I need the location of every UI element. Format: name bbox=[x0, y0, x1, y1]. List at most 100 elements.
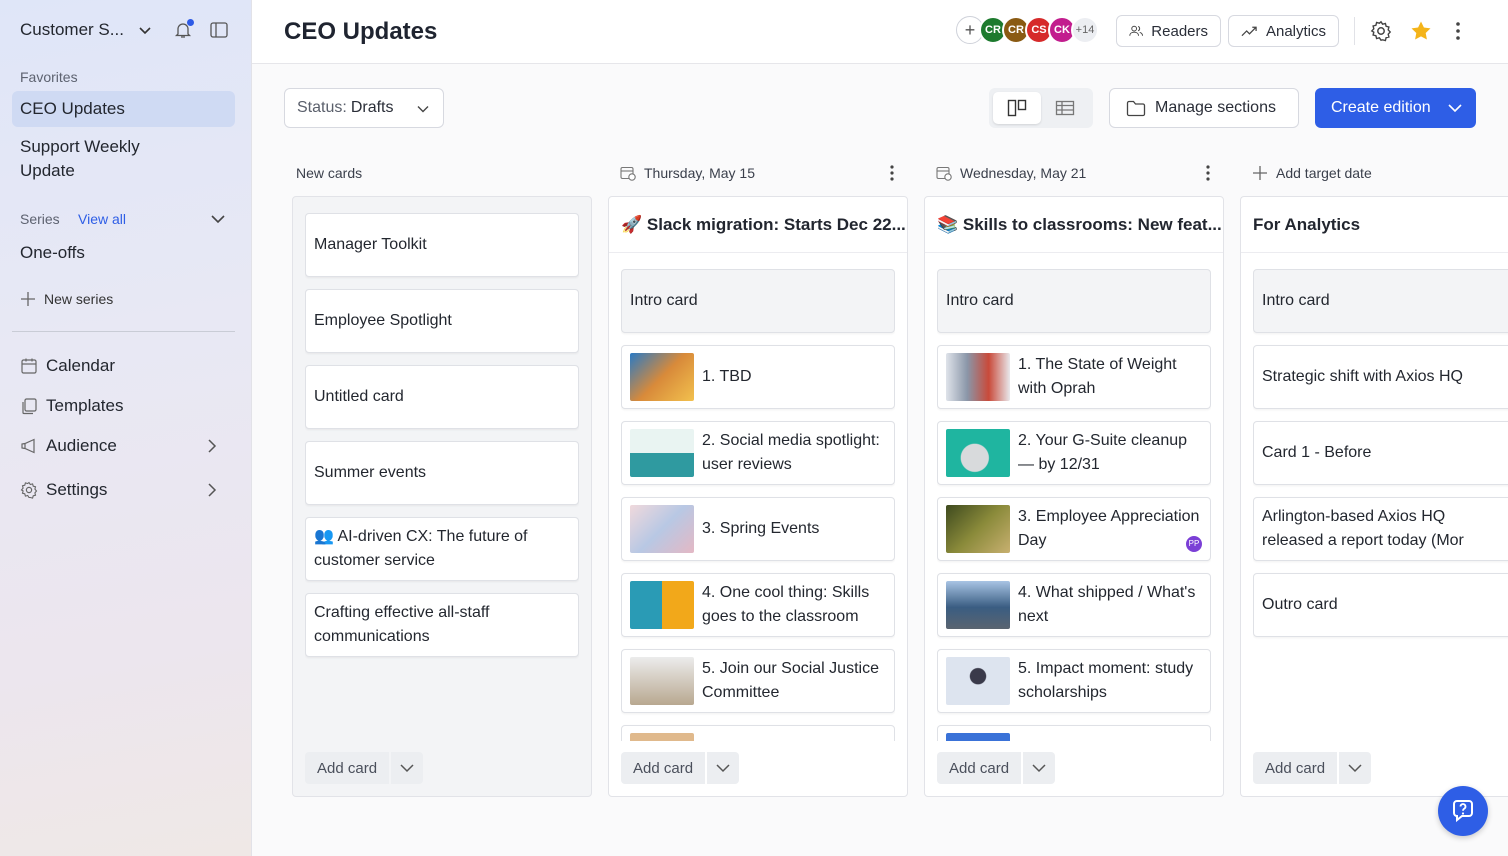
gear-icon bbox=[20, 481, 38, 499]
manage-sections-button[interactable]: Manage sections bbox=[1109, 88, 1299, 128]
card[interactable]: 4. One cool thing: Skills goes to the cl… bbox=[621, 573, 895, 637]
series-chevron-down-icon[interactable] bbox=[211, 213, 225, 225]
card[interactable]: Untitled card bbox=[305, 365, 579, 429]
sidebar-item-ceo-updates[interactable]: CEO Updates bbox=[12, 91, 235, 127]
column-header-date[interactable]: Wednesday, May 21 bbox=[936, 160, 1086, 186]
card[interactable]: Strategic shift with Axios HQ bbox=[1253, 345, 1508, 409]
edition-title[interactable]: 🚀 Slack migration: Starts Dec 22... bbox=[609, 197, 907, 253]
series-view-all-link[interactable]: View all bbox=[78, 211, 126, 227]
card[interactable]: Outro card bbox=[1253, 573, 1508, 637]
board-view-button[interactable] bbox=[993, 92, 1041, 124]
plus-icon bbox=[1253, 166, 1267, 180]
chevron-down-icon bbox=[417, 106, 429, 113]
workspace-name: Customer S... bbox=[20, 20, 124, 39]
chevron-down-icon bbox=[1448, 104, 1462, 113]
add-card-control: Add card bbox=[937, 752, 1056, 784]
add-card-menu-button[interactable] bbox=[1339, 752, 1372, 784]
add-card-menu-button[interactable] bbox=[1023, 752, 1056, 784]
sidebar-item-audience[interactable]: Audience bbox=[12, 432, 235, 460]
card[interactable]: 5. Impact moment: study scholarships bbox=[937, 649, 1211, 713]
add-card-button[interactable]: Add card bbox=[937, 752, 1022, 784]
add-card-control: Add card bbox=[621, 752, 740, 784]
chevron-down-icon bbox=[400, 764, 414, 773]
add-target-date-button[interactable]: Add target date bbox=[1252, 160, 1372, 186]
card-list: Intro card Strategic shift with Axios HQ… bbox=[1253, 269, 1508, 741]
readers-button[interactable]: Readers bbox=[1116, 15, 1221, 47]
card[interactable]: 👥 AI-driven CX: The future of customer s… bbox=[305, 517, 579, 581]
add-card-control: Add card bbox=[305, 752, 424, 784]
card[interactable]: 1. TBD bbox=[621, 345, 895, 409]
favorite-star-icon[interactable] bbox=[1410, 20, 1432, 42]
sidebar-item-calendar[interactable]: Calendar bbox=[12, 352, 235, 380]
notification-dot bbox=[187, 19, 194, 26]
table-view-button[interactable] bbox=[1041, 92, 1089, 124]
card[interactable]: 2. Your G-Suite cleanup — by 12/31 bbox=[937, 421, 1211, 485]
add-card-menu-button[interactable] bbox=[391, 752, 424, 784]
page-title: CEO Updates bbox=[284, 18, 438, 45]
card[interactable]: 1. The State of Weight with Oprah bbox=[937, 345, 1211, 409]
intro-card[interactable]: Intro card bbox=[621, 269, 895, 333]
card-thumbnail bbox=[946, 505, 1010, 553]
chevron-right-icon bbox=[208, 439, 217, 453]
card[interactable]: 2. Social media spotlight: user reviews bbox=[621, 421, 895, 485]
card-thumbnail bbox=[630, 581, 694, 629]
add-card-button[interactable]: Add card bbox=[305, 752, 390, 784]
chevron-down-icon bbox=[1032, 764, 1046, 773]
intro-card[interactable]: Intro card bbox=[937, 269, 1211, 333]
card-thumbnail bbox=[630, 353, 694, 401]
more-options-icon[interactable] bbox=[1454, 21, 1462, 41]
analytics-button[interactable]: Analytics bbox=[1228, 15, 1339, 47]
column-menu-icon[interactable] bbox=[1205, 164, 1211, 182]
settings-gear-icon[interactable] bbox=[1370, 20, 1392, 42]
more-avatars-count[interactable]: +14 bbox=[1071, 16, 1099, 44]
edition-title[interactable]: For Analytics bbox=[1241, 197, 1508, 253]
sidebar-item-templates[interactable]: Templates bbox=[12, 392, 235, 420]
help-chat-button[interactable] bbox=[1438, 786, 1488, 836]
card[interactable]: 4. What shipped / What's next bbox=[937, 573, 1211, 637]
chevron-down-icon bbox=[1348, 764, 1362, 773]
favorites-label: Favorites bbox=[20, 69, 78, 85]
new-series-button[interactable]: New series bbox=[12, 286, 235, 312]
card[interactable]: 3. Employee Appreciation Day PP bbox=[937, 497, 1211, 561]
board-view-icon bbox=[1007, 99, 1027, 117]
create-edition-button[interactable]: Create edition bbox=[1315, 88, 1476, 128]
status-filter-dropdown[interactable]: Status: Drafts bbox=[284, 88, 444, 128]
column-header-date[interactable]: Thursday, May 15 bbox=[620, 160, 755, 186]
people-icon bbox=[1129, 25, 1143, 36]
card[interactable]: Arlington-based Axios HQ released a repo… bbox=[1253, 497, 1508, 561]
add-card-menu-button[interactable] bbox=[707, 752, 740, 784]
collapse-sidebar-icon[interactable] bbox=[210, 22, 228, 38]
card-list: Intro card 1. TBD 2. Social media spotli… bbox=[621, 269, 895, 741]
edition-title[interactable]: 📚 Skills to classrooms: New feat... bbox=[925, 197, 1223, 253]
sidebar-item-one-offs[interactable]: One-offs bbox=[12, 239, 235, 267]
add-card-button[interactable]: Add card bbox=[1253, 752, 1338, 784]
card[interactable]: Manager Toolkit bbox=[305, 213, 579, 277]
card[interactable]: 5. Join our Social Justice Committee bbox=[621, 649, 895, 713]
assignee-avatar[interactable]: PP bbox=[1184, 534, 1204, 554]
column-menu-icon[interactable] bbox=[889, 164, 895, 182]
intro-card[interactable]: Intro card bbox=[1253, 269, 1508, 333]
sidebar-divider bbox=[12, 331, 235, 332]
card[interactable]: Summer events bbox=[305, 441, 579, 505]
card-thumbnail bbox=[630, 733, 694, 741]
column-edition: 📚 Skills to classrooms: New feat... Intr… bbox=[924, 196, 1224, 797]
card[interactable] bbox=[621, 725, 895, 741]
sidebar-item-support-weekly-update[interactable]: Support Weekly Update bbox=[12, 134, 235, 184]
column-header-new-cards: New cards bbox=[296, 165, 363, 181]
add-card-button[interactable]: Add card bbox=[621, 752, 706, 784]
series-label: Series bbox=[20, 211, 60, 227]
card[interactable]: 3. Spring Events bbox=[621, 497, 895, 561]
card-thumbnail bbox=[946, 581, 1010, 629]
card-thumbnail bbox=[946, 353, 1010, 401]
notifications-bell-icon[interactable] bbox=[174, 19, 194, 39]
card[interactable] bbox=[937, 725, 1211, 741]
card-thumbnail bbox=[946, 657, 1010, 705]
card[interactable]: Employee Spotlight bbox=[305, 289, 579, 353]
templates-icon bbox=[22, 398, 37, 415]
workspace-switcher[interactable]: Customer S... bbox=[20, 20, 152, 40]
card[interactable]: Crafting effective all-staff communicati… bbox=[305, 593, 579, 657]
sidebar-item-settings[interactable]: Settings bbox=[12, 476, 235, 504]
card-thumbnail bbox=[630, 505, 694, 553]
card[interactable]: Card 1 - Before bbox=[1253, 421, 1508, 485]
collaborator-avatars[interactable]: + CR CR CS CK +14 bbox=[956, 16, 1099, 44]
